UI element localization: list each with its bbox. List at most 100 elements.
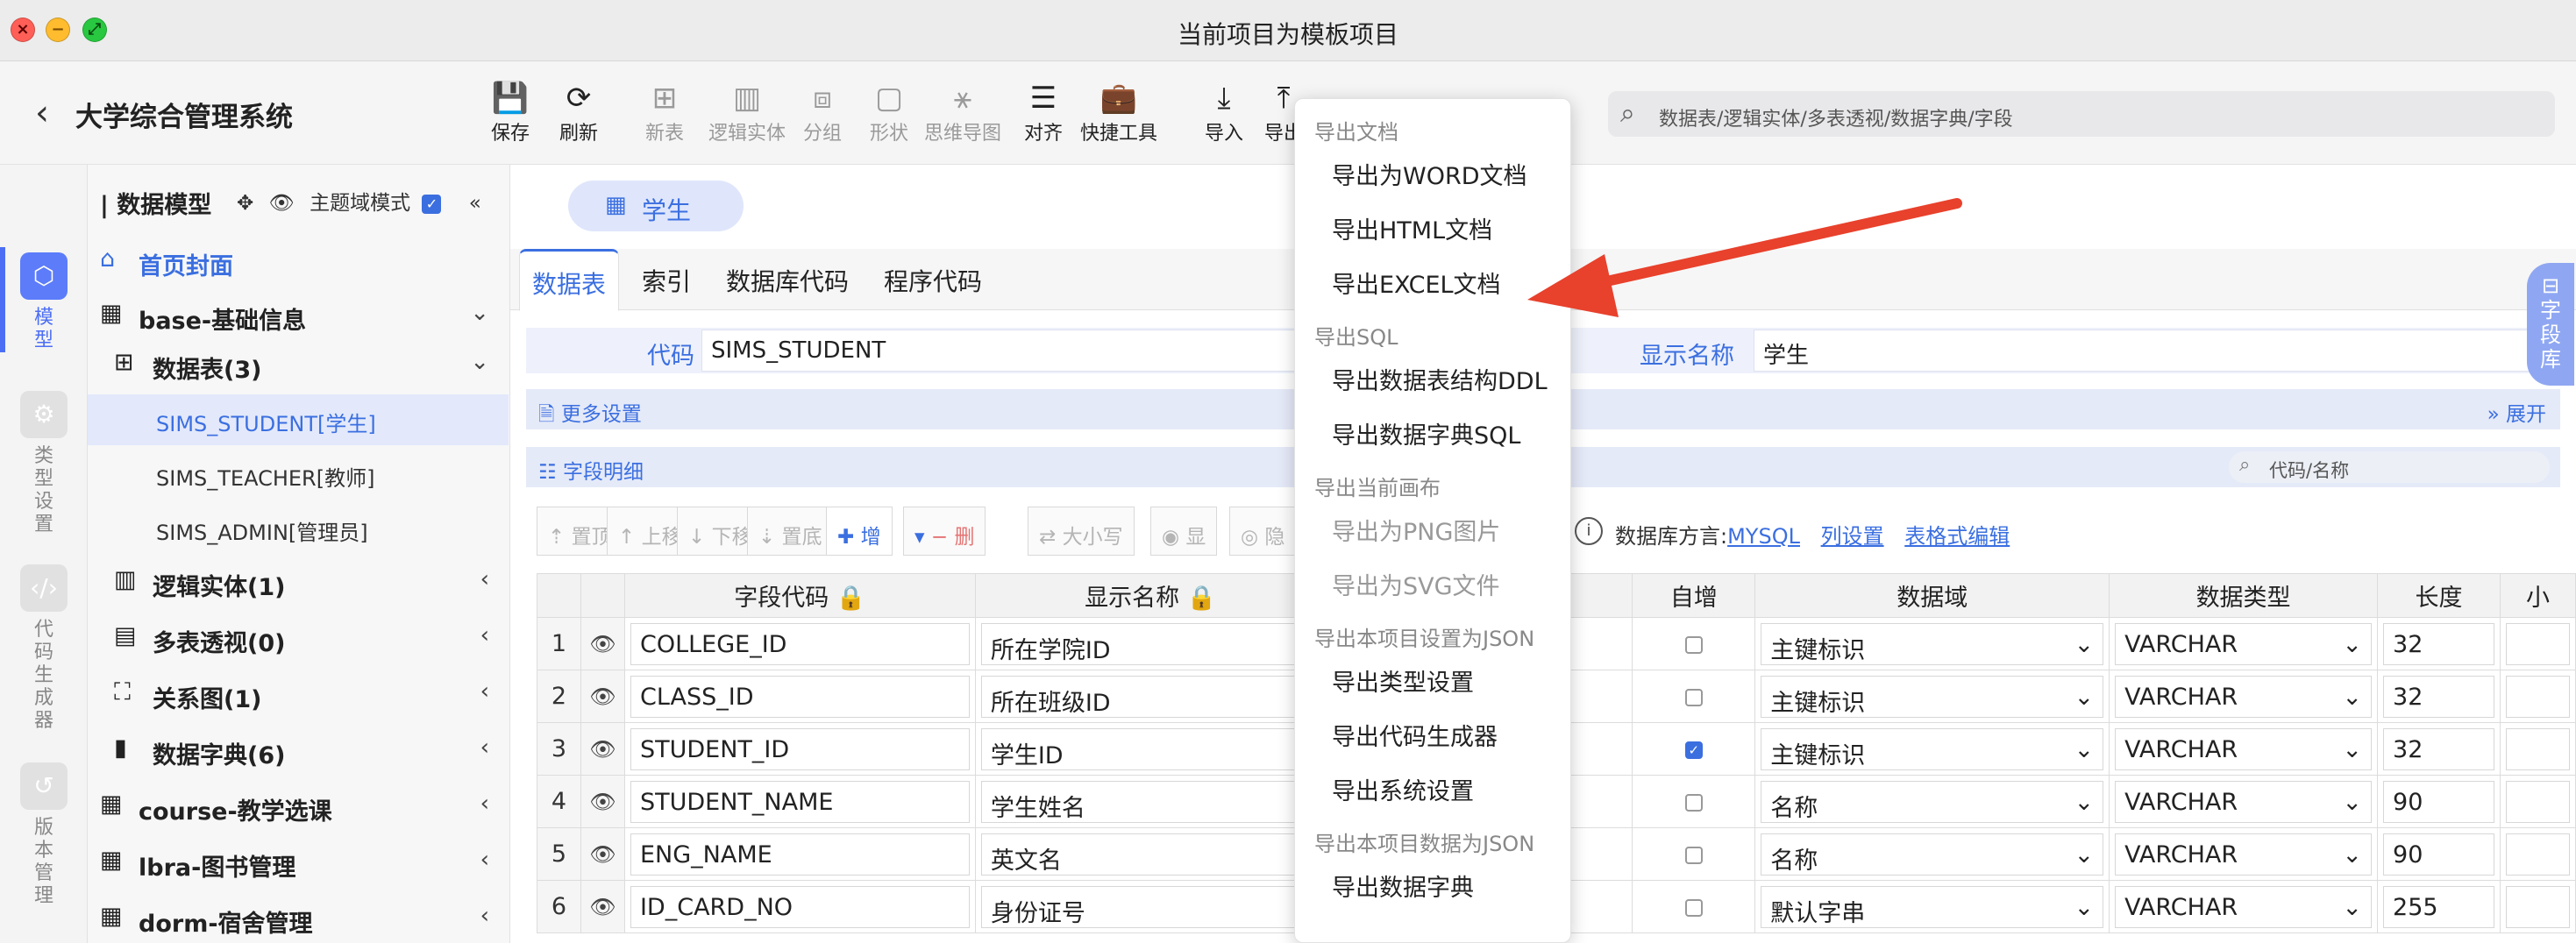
auto-increment-checkbox[interactable] — [1684, 635, 1703, 654]
logic-entity-button[interactable]: ▥ 逻辑实体 — [708, 79, 786, 145]
col-auto-increment[interactable]: 自增 — [1632, 573, 1756, 618]
import-button[interactable]: ⤓ 导入 — [1205, 79, 1243, 145]
move-bottom-button[interactable]: ⇣ 置底 — [747, 507, 834, 556]
info-icon[interactable]: i — [1575, 517, 1603, 545]
tree-node-folder[interactable]: ⊞ 数据表(3) ⌄ — [88, 338, 509, 389]
eye-icon[interactable]: 👁 — [269, 192, 295, 215]
eye-icon[interactable]: 👁 — [580, 827, 625, 881]
chevron-left-icon[interactable]: ‹ — [480, 678, 489, 705]
chevron-down-icon[interactable]: ⌄ — [470, 349, 489, 375]
col-display-name[interactable]: 显示名称 🔒 — [974, 573, 1327, 618]
tree-node-folder[interactable]: ▥ 逻辑实体(1) ‹ — [88, 556, 509, 606]
scale-input[interactable] — [2505, 727, 2570, 770]
eye-icon[interactable]: 👁 — [580, 617, 625, 670]
back-chevron-icon[interactable]: ‹ — [35, 93, 49, 133]
rail-item-2[interactable]: ‹/› 代码生成器 — [0, 564, 88, 733]
case-convert-button[interactable]: ⇄ 大小写 — [1028, 507, 1135, 556]
rail-item-1[interactable]: ⚙ 类型设置 — [0, 391, 88, 536]
field-code-cell[interactable]: CLASS_ID — [630, 675, 970, 718]
tree-leaf-table[interactable]: SIMS_TEACHER[教师] — [88, 449, 509, 500]
tree-node-group[interactable]: ▦ base-基础信息 ⌄ — [88, 289, 509, 340]
column-settings-link[interactable]: 列设置 — [1821, 524, 1884, 549]
menu-item-export[interactable]: 导出数据字典SQL — [1332, 416, 1520, 450]
entity-tab-student[interactable]: ▦ 学生 — [568, 181, 744, 231]
data-domain-select[interactable]: 主键标识 ⌄ — [1761, 675, 2104, 718]
add-field-button[interactable]: ✚ 增 — [826, 507, 893, 556]
data-domain-select[interactable]: 默认字串 ⌄ — [1761, 885, 2104, 928]
length-input[interactable]: 90 — [2383, 780, 2494, 823]
display-name-cell[interactable]: 所在学院ID — [980, 622, 1320, 665]
eye-icon[interactable]: 👁 — [580, 722, 625, 776]
theme-mode-checkbox[interactable]: ✓ — [422, 194, 442, 214]
auto-increment-checkbox[interactable] — [1684, 793, 1703, 812]
save-button[interactable]: 💾 保存 — [491, 79, 530, 145]
length-input[interactable]: 32 — [2383, 622, 2494, 665]
field-code-cell[interactable]: COLLEGE_ID — [630, 622, 970, 665]
refresh-button[interactable]: ⟳ 刷新 — [559, 79, 598, 145]
menu-item-export[interactable]: 导出EXCEL文档 — [1332, 266, 1501, 300]
tree-node-folder[interactable]: ▤ 多表透视(0) ‹ — [88, 612, 509, 663]
group-button[interactable]: ⧈ 分组 — [803, 79, 842, 145]
global-search[interactable]: ⌕ 数据表/逻辑实体/多表透视/数据字典/字段 — [1608, 91, 2555, 137]
data-type-select[interactable]: VARCHAR ⌄ — [2115, 675, 2373, 718]
field-code-cell[interactable]: ENG_NAME — [630, 833, 970, 876]
col-data-domain[interactable]: 数据域 — [1754, 573, 2110, 618]
delete-field-button[interactable]: ▾ − 删 — [903, 507, 986, 556]
rail-item-0[interactable]: ⬡ 模型 — [0, 252, 88, 352]
menu-item-export[interactable]: 导出数据表结构DDL — [1332, 362, 1548, 396]
tree-node-folder[interactable]: ▮ 数据字典(6) ‹ — [88, 724, 509, 775]
tree-node-group[interactable]: ▦ course-教学选课 ‹ — [88, 780, 509, 831]
data-type-select[interactable]: VARCHAR ⌄ — [2115, 885, 2373, 928]
quick-tools-button[interactable]: 💼 快捷工具 — [1080, 79, 1157, 145]
menu-item-export[interactable]: 导出数据字典 — [1332, 869, 1474, 903]
scale-input[interactable] — [2505, 622, 2570, 665]
table-edit-link[interactable]: 表格式编辑 — [1904, 524, 2010, 549]
chevron-down-icon[interactable]: ⌄ — [470, 300, 489, 326]
data-type-select[interactable]: VARCHAR ⌄ — [2115, 833, 2373, 876]
col-scale[interactable]: 小 — [2499, 573, 2576, 618]
chevron-left-icon[interactable]: ‹ — [480, 903, 489, 929]
tree-node-group[interactable]: ▦ dorm-宿舍管理 ‹ — [88, 892, 509, 943]
col-data-type[interactable]: 数据类型 — [2109, 573, 2379, 618]
hide-field-button[interactable]: ◎ 隐 — [1229, 507, 1297, 556]
new-table-button[interactable]: ⊞ 新表 — [645, 79, 684, 145]
field-search[interactable]: ⌕ 代码/名称 — [2229, 451, 2550, 483]
shape-button[interactable]: ▢ 形状 — [870, 79, 908, 145]
chevron-left-icon[interactable]: ‹ — [480, 734, 489, 761]
chevron-left-icon[interactable]: ‹ — [480, 791, 489, 817]
data-domain-select[interactable]: 名称 ⌄ — [1761, 780, 2104, 823]
col-length[interactable]: 长度 — [2377, 573, 2501, 618]
dialect-link[interactable]: MYSQL — [1727, 524, 1800, 549]
tab-3[interactable]: 程序代码 — [884, 263, 982, 298]
data-type-select[interactable]: VARCHAR ⌄ — [2115, 622, 2373, 665]
align-button[interactable]: ☰ 对齐 — [1024, 79, 1063, 145]
data-type-select[interactable]: VARCHAR ⌄ — [2115, 727, 2373, 770]
display-name-cell[interactable]: 学生ID — [980, 727, 1320, 770]
data-domain-select[interactable]: 主键标识 ⌄ — [1761, 727, 2104, 770]
field-code-cell[interactable]: ID_CARD_NO — [630, 885, 970, 928]
menu-item-export[interactable]: 导出系统设置 — [1332, 772, 1474, 806]
eye-icon[interactable]: 👁 — [580, 670, 625, 723]
length-input[interactable]: 32 — [2383, 675, 2494, 718]
display-name-cell[interactable]: 所在班级ID — [980, 675, 1320, 718]
field-code-cell[interactable]: STUDENT_ID — [630, 727, 970, 770]
scale-input[interactable] — [2505, 780, 2570, 823]
data-domain-select[interactable]: 主键标识 ⌄ — [1761, 622, 2104, 665]
chevron-left-icon[interactable]: ‹ — [480, 566, 489, 592]
auto-increment-checkbox[interactable] — [1684, 898, 1703, 917]
auto-increment-checkbox[interactable]: ✓ — [1684, 741, 1703, 759]
menu-item-export[interactable]: 导出HTML文档 — [1332, 211, 1492, 245]
length-input[interactable]: 90 — [2383, 833, 2494, 876]
auto-increment-checkbox[interactable] — [1684, 688, 1703, 706]
tree-leaf-table[interactable]: SIMS_STUDENT[学生] — [88, 394, 509, 445]
display-name-cell[interactable]: 英文名 — [980, 833, 1320, 876]
data-type-select[interactable]: VARCHAR ⌄ — [2115, 780, 2373, 823]
scale-input[interactable] — [2505, 833, 2570, 876]
rail-item-3[interactable]: ↺ 版本管理 — [0, 762, 88, 908]
length-input[interactable]: 32 — [2383, 727, 2494, 770]
data-domain-select[interactable]: 名称 ⌄ — [1761, 833, 2104, 876]
tree-home-cover[interactable]: ⌂ 首页封面 — [88, 235, 509, 286]
search-input[interactable]: 数据表/逻辑实体/多表透视/数据字典/字段 — [1659, 103, 2013, 131]
tab-2[interactable]: 数据库代码 — [726, 263, 849, 298]
collapse-sidebar-icon[interactable]: « — [469, 192, 481, 215]
